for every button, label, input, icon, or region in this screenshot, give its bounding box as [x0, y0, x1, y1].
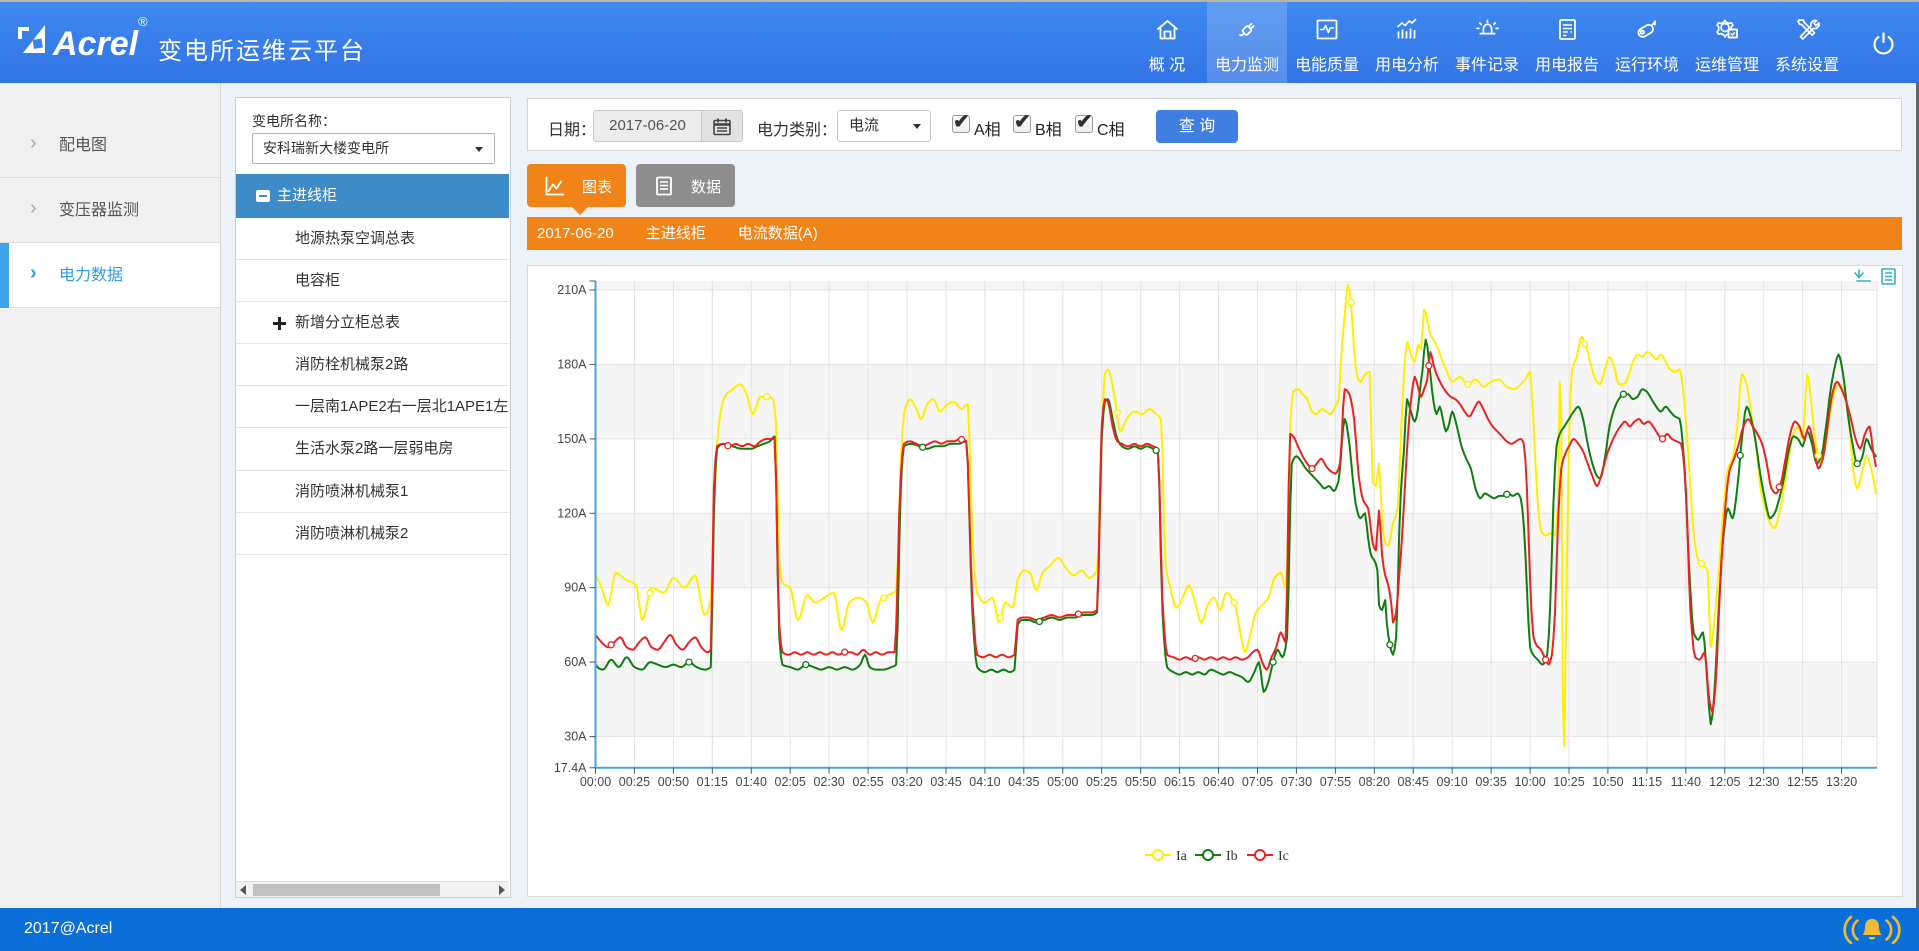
svg-text:Ic: Ic: [1278, 849, 1289, 864]
svg-text:12:30: 12:30: [1748, 775, 1779, 789]
svg-text:04:35: 04:35: [1008, 775, 1039, 789]
svg-text:05:25: 05:25: [1086, 775, 1117, 789]
svg-text:90A: 90A: [564, 581, 587, 595]
svg-text:12:55: 12:55: [1787, 775, 1818, 789]
svg-text:00:50: 00:50: [658, 775, 689, 789]
svg-text:02:55: 02:55: [852, 775, 883, 789]
svg-text:30A: 30A: [564, 730, 587, 744]
svg-text:07:05: 07:05: [1242, 775, 1273, 789]
svg-text:Ia: Ia: [1176, 849, 1188, 864]
svg-text:03:45: 03:45: [930, 775, 961, 789]
svg-text:13:20: 13:20: [1826, 775, 1857, 789]
svg-text:11:40: 11:40: [1671, 775, 1701, 789]
svg-text:09:35: 09:35: [1475, 775, 1506, 789]
svg-text:08:45: 08:45: [1398, 775, 1429, 789]
svg-text:06:40: 06:40: [1203, 775, 1234, 789]
svg-text:00:25: 00:25: [619, 775, 650, 789]
svg-text:04:10: 04:10: [969, 775, 1000, 789]
svg-text:06:15: 06:15: [1164, 775, 1195, 789]
svg-text:180A: 180A: [557, 357, 587, 371]
svg-text:05:50: 05:50: [1125, 775, 1156, 789]
svg-text:60A: 60A: [564, 655, 587, 669]
svg-text:05:00: 05:00: [1047, 775, 1078, 789]
svg-text:12:05: 12:05: [1709, 775, 1740, 789]
svg-text:07:30: 07:30: [1281, 775, 1312, 789]
svg-text:08:20: 08:20: [1359, 775, 1390, 789]
svg-text:10:25: 10:25: [1553, 775, 1584, 789]
svg-text:120A: 120A: [557, 506, 587, 520]
svg-text:07:55: 07:55: [1320, 775, 1351, 789]
svg-text:Ib: Ib: [1226, 849, 1238, 864]
svg-text:17.4A: 17.4A: [554, 761, 587, 775]
svg-text:10:00: 10:00: [1514, 775, 1545, 789]
svg-text:150A: 150A: [557, 432, 587, 446]
svg-text:01:15: 01:15: [697, 775, 728, 789]
svg-text:02:30: 02:30: [813, 775, 844, 789]
svg-text:00:00: 00:00: [580, 775, 611, 789]
svg-text:01:40: 01:40: [736, 775, 767, 789]
svg-text:03:20: 03:20: [891, 775, 922, 789]
svg-text:210A: 210A: [557, 283, 587, 297]
svg-text:10:50: 10:50: [1592, 775, 1623, 789]
svg-text:09:10: 09:10: [1437, 775, 1468, 789]
svg-text:11:15: 11:15: [1632, 775, 1662, 789]
svg-text:02:05: 02:05: [775, 775, 806, 789]
